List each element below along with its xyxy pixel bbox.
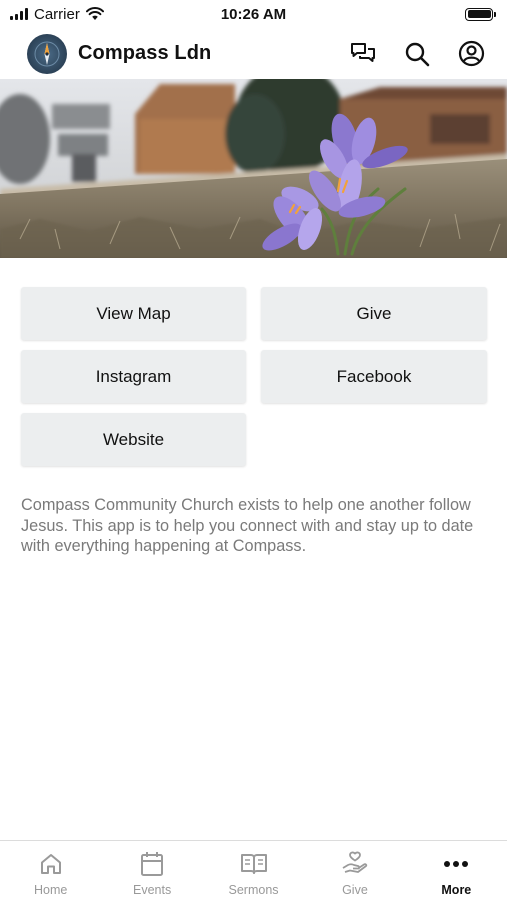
status-bar: Carrier 10:26 AM <box>0 0 507 28</box>
status-left: Carrier <box>10 6 104 23</box>
header-actions <box>349 40 485 68</box>
give-button[interactable]: Give <box>261 287 487 340</box>
tab-sermons-label: Sermons <box>228 883 279 897</box>
signal-icon <box>10 8 28 20</box>
search-icon[interactable] <box>403 40 431 68</box>
home-icon <box>39 851 63 877</box>
screen: Carrier 10:26 AM Compass Ldn View Map Gi… <box>0 0 507 900</box>
facebook-button[interactable]: Facebook <box>261 350 487 403</box>
hero-image <box>0 79 507 258</box>
crocus-flower-photo <box>0 79 507 258</box>
tab-more[interactable]: More <box>406 841 507 900</box>
church-description: Compass Community Church exists to help … <box>21 496 474 555</box>
tab-events[interactable]: Events <box>101 841 202 900</box>
website-button[interactable]: Website <box>21 413 246 466</box>
tab-bar: Home Events Sermons Give More <box>0 840 507 900</box>
view-map-button[interactable]: View Map <box>21 287 246 340</box>
give-hand-icon <box>341 851 369 877</box>
tab-sermons[interactable]: Sermons <box>203 841 304 900</box>
tab-give-label: Give <box>342 883 368 897</box>
tab-give[interactable]: Give <box>304 841 405 900</box>
calendar-icon <box>140 851 164 877</box>
compass-icon <box>34 41 60 66</box>
chat-icon[interactable] <box>349 40 377 68</box>
battery-icon <box>465 7 496 21</box>
app-header: Compass Ldn <box>0 28 507 79</box>
tab-home-label: Home <box>34 883 68 897</box>
account-icon[interactable] <box>457 40 485 68</box>
action-buttons: View Map Give Instagram Facebook Website <box>21 287 487 466</box>
tab-home[interactable]: Home <box>0 841 101 900</box>
tab-more-label: More <box>441 883 472 897</box>
more-dots-icon <box>443 851 469 877</box>
carrier-label: Carrier <box>34 5 80 23</box>
book-icon <box>240 851 268 877</box>
tab-events-label: Events <box>133 883 172 897</box>
compass-logo <box>27 33 67 74</box>
app-title: Compass Ldn <box>78 42 212 64</box>
instagram-button[interactable]: Instagram <box>21 350 246 403</box>
wifi-icon <box>85 7 104 20</box>
